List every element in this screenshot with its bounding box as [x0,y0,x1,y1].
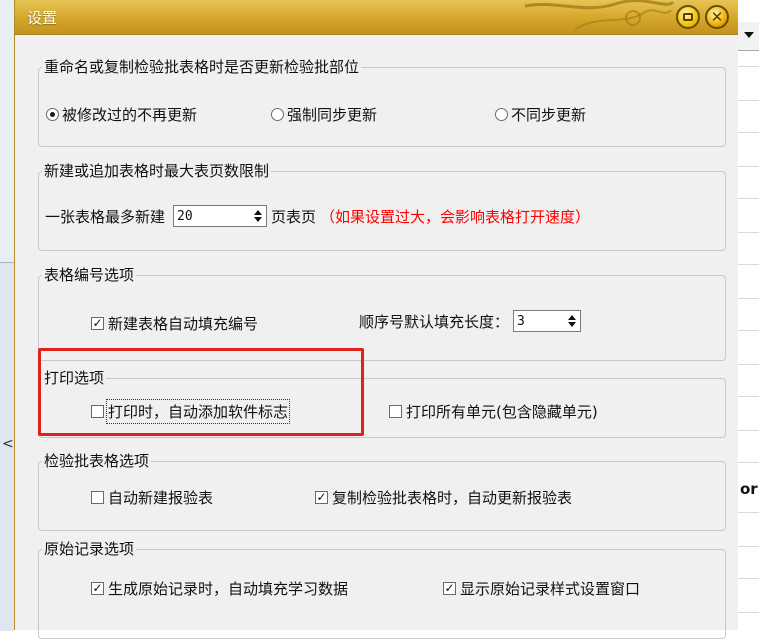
highlight-annotation-box [38,348,364,436]
background-grid-line [738,462,759,463]
numbering-group-title: 表格编号选项 [42,264,137,285]
background-right-panel: ori [737,0,759,630]
spinner-arrows-icon[interactable] [564,315,580,327]
auto-new-report-checkbox[interactable]: 自动新建报验表 [91,487,213,508]
dialog-title-bar[interactable]: 设置 ✕ [15,0,738,35]
background-dropdown[interactable] [738,22,759,51]
show-style-window-checkbox[interactable]: ✓ 显示原始记录样式设置窗口 [443,578,640,599]
minimize-icon [683,13,693,21]
page-limit-prefix: 一张表格最多新建 [45,207,166,226]
auto-fill-number-label: 新建表格自动填充编号 [108,315,259,333]
show-style-window-label: 显示原始记录样式设置窗口 [460,580,641,598]
background-grid-line [738,198,759,199]
records-group-title: 原始记录选项 [42,538,137,559]
minimize-button[interactable] [676,5,700,29]
background-cut-text: ori [740,480,759,498]
inspection-group: 检验批表格选项 自动新建报验表 ✓ 复制检验批表格时，自动更新报验表 [38,450,726,531]
copy-update-report-label: 复制检验批表格时，自动更新报验表 [332,489,573,507]
radio-indicator [271,108,284,121]
background-grid-line [738,578,759,579]
checkbox-checked-icon: ✓ [91,581,104,595]
seq-length-spinner[interactable]: 3 [513,310,582,332]
inspection-group-title: 检验批表格选项 [42,450,152,471]
seq-length-row: 顺序号默认填充长度： 3 [359,310,582,332]
page-limit-group: 新建或追加表格时最大表页数限制 一张表格最多新建 20 页表页 （如果设置过大，… [38,160,726,251]
background-grid-line [738,298,759,299]
print-all-cells-label: 打印所有单元(包含隐藏单元) [406,403,598,421]
radio-force-sync-label: 强制同步更新 [287,106,378,124]
page-limit-group-title: 新建或追加表格时最大表页数限制 [42,160,272,181]
background-grid-line [738,166,759,167]
rename-group-title: 重命名或复制检验批表格时是否更新检验批部位 [42,56,362,77]
radio-selected-indicator [46,108,59,121]
auto-new-report-label: 自动新建报验表 [108,489,214,507]
radio-force-sync[interactable]: 强制同步更新 [271,104,377,125]
background-left-panel: < [0,0,15,631]
background-grid-line [738,132,759,133]
radio-no-update[interactable]: 被修改过的不再更新 [46,104,197,125]
background-grid-line [738,396,759,397]
gen-fill-data-label: 生成原始记录时，自动填充学习数据 [108,580,349,598]
title-ornament-icon [524,0,675,31]
checkbox-unchecked-icon [91,491,104,504]
background-grid-line [738,264,759,265]
radio-no-sync-label: 不同步更新 [511,106,587,124]
rename-group: 重命名或复制检验批表格时是否更新检验批部位 被修改过的不再更新 强制同步更新 不… [38,56,726,147]
page-limit-suffix: 页表页 [271,207,317,226]
print-all-cells-checkbox[interactable]: 打印所有单元(包含隐藏单元) [389,401,598,422]
background-grid-line [738,546,759,547]
seq-length-value[interactable]: 3 [514,314,564,329]
records-group: 原始记录选项 ✓ 生成原始记录时，自动填充学习数据 ✓ 显示原始记录样式设置窗口 [38,538,726,639]
dropdown-arrow-icon [744,32,754,38]
checkbox-checked-icon: ✓ [315,490,328,504]
background-grid-line [738,612,759,613]
auto-fill-number-checkbox[interactable]: ✓ 新建表格自动填充编号 [91,313,258,334]
copy-update-report-checkbox[interactable]: ✓ 复制检验批表格时，自动更新报验表 [315,487,572,508]
background-grid-line [738,100,759,101]
gen-fill-data-checkbox[interactable]: ✓ 生成原始记录时，自动填充学习数据 [91,578,348,599]
background-grid-line [738,364,759,365]
close-icon: ✕ [710,8,724,26]
checkbox-checked-icon: ✓ [91,316,104,330]
dialog-title: 设置 [27,9,58,27]
checkbox-checked-icon: ✓ [443,581,456,595]
background-grid-line [738,232,759,233]
settings-dialog: 设置 ✕ 重命名或复制检验批表格时是否更新检验批部位 被修改过的不再更新 强制同… [14,0,738,639]
page-limit-row: 一张表格最多新建 20 页表页 （如果设置过大，会影响表格打开速度） [45,205,590,227]
radio-no-update-label: 被修改过的不再更新 [62,106,198,124]
page-limit-warning: （如果设置过大，会影响表格打开速度） [320,207,591,226]
page-limit-spinner[interactable]: 20 [173,205,268,227]
background-grid-line [738,66,759,67]
radio-indicator [495,108,508,121]
background-left-glyph: < [2,436,14,452]
radio-no-sync[interactable]: 不同步更新 [495,104,586,125]
spinner-arrows-icon[interactable] [250,210,266,222]
checkbox-unchecked-icon [389,405,402,418]
page-limit-value[interactable]: 20 [174,209,250,224]
background-grid-line [738,430,759,431]
close-button[interactable]: ✕ [705,5,729,29]
background-grid-line [738,330,759,331]
background-grid-line [738,512,759,513]
seq-length-label: 顺序号默认填充长度： [359,312,510,331]
